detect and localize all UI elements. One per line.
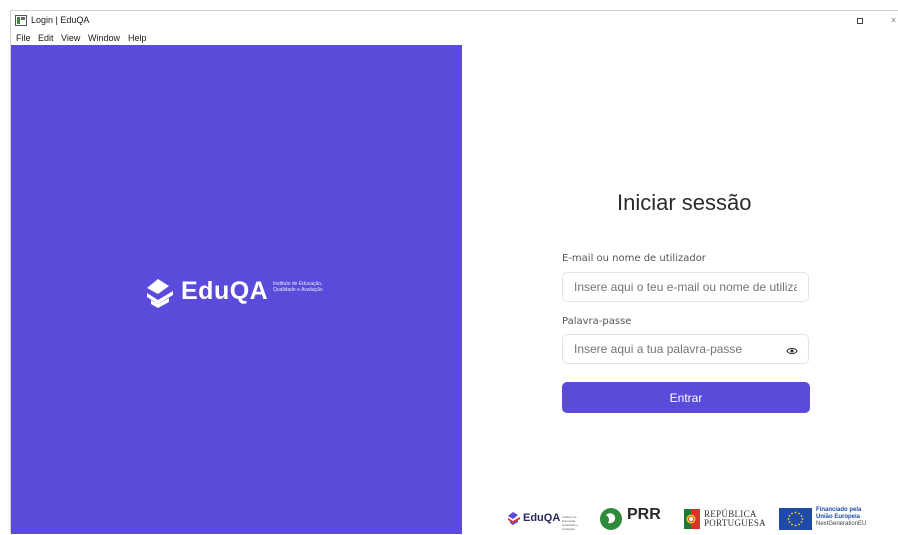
close-button[interactable]: × <box>891 15 896 25</box>
footer-eu-text: Financiado pela União Europeia NextGener… <box>816 507 866 528</box>
menu-bar: File Edit View Window Help <box>11 32 898 45</box>
app-icon <box>15 15 27 26</box>
eu-line-1: Financiado pela <box>816 507 862 513</box>
menu-edit[interactable]: Edit <box>38 33 54 43</box>
app-window: Login | EduQA × File Edit View Window He… <box>10 10 898 534</box>
page-title: Iniciar sessão <box>617 190 752 215</box>
eu-flag-icon <box>779 508 812 530</box>
portuguesa-line: PORTUGUESA <box>704 518 766 528</box>
footer-republica-logo: REPÚBLICA PORTUGUESA <box>682 507 772 531</box>
password-label: Palavra-passe <box>562 316 632 327</box>
menu-view[interactable]: View <box>61 33 80 43</box>
footer-eduqa-logo: EduQA Instituto de Educação, Qualidade e… <box>507 510 589 531</box>
menu-help[interactable]: Help <box>128 33 147 43</box>
footer-eu-logo: Financiado pela União Europeia NextGener… <box>779 507 874 531</box>
login-panel: Iniciar sessão E-mail ou nome de utiliza… <box>462 45 898 534</box>
footer-republica-text: REPÚBLICA PORTUGUESA <box>704 510 766 528</box>
password-input[interactable] <box>562 334 809 364</box>
window-title: Login | EduQA <box>31 15 90 25</box>
email-input[interactable] <box>562 272 809 302</box>
eduqa-brand: EduQA Instituto de Educação, Qualidade e… <box>143 273 343 317</box>
maximize-button[interactable] <box>857 18 863 24</box>
email-label: E-mail ou nome de utilizador <box>562 253 706 264</box>
portugal-shield-icon <box>684 509 700 529</box>
show-password-icon[interactable] <box>786 345 798 357</box>
eu-line-3: NextGenerationEU <box>816 521 867 527</box>
brand-panel: EduQA Instituto de Educação, Qualidade e… <box>11 45 462 534</box>
eu-stars-icon <box>787 511 804 527</box>
login-button[interactable]: Entrar <box>562 382 810 413</box>
menu-window[interactable]: Window <box>88 33 120 43</box>
eduqa-logo-icon <box>147 279 173 308</box>
prr-icon <box>600 508 622 530</box>
brand-name: EduQA <box>181 277 269 305</box>
footer-prr-logo: PRR <box>599 506 674 531</box>
eduqa-small-icon <box>508 512 520 525</box>
eu-line-2: União Europeia <box>816 514 861 520</box>
brand-subtitle: Instituto de Educação, Qualidade e Avali… <box>273 281 323 293</box>
menu-file[interactable]: File <box>16 33 31 43</box>
footer-eduqa-subtitle: Instituto de Educação, Qualidade e Avali… <box>562 515 579 531</box>
footer-prr-name: PRR <box>627 506 661 523</box>
funding-footer: EduQA Instituto de Educação, Qualidade e… <box>507 506 887 531</box>
footer-eduqa-name: EduQA <box>523 512 561 524</box>
title-bar: Login | EduQA × <box>11 11 898 31</box>
